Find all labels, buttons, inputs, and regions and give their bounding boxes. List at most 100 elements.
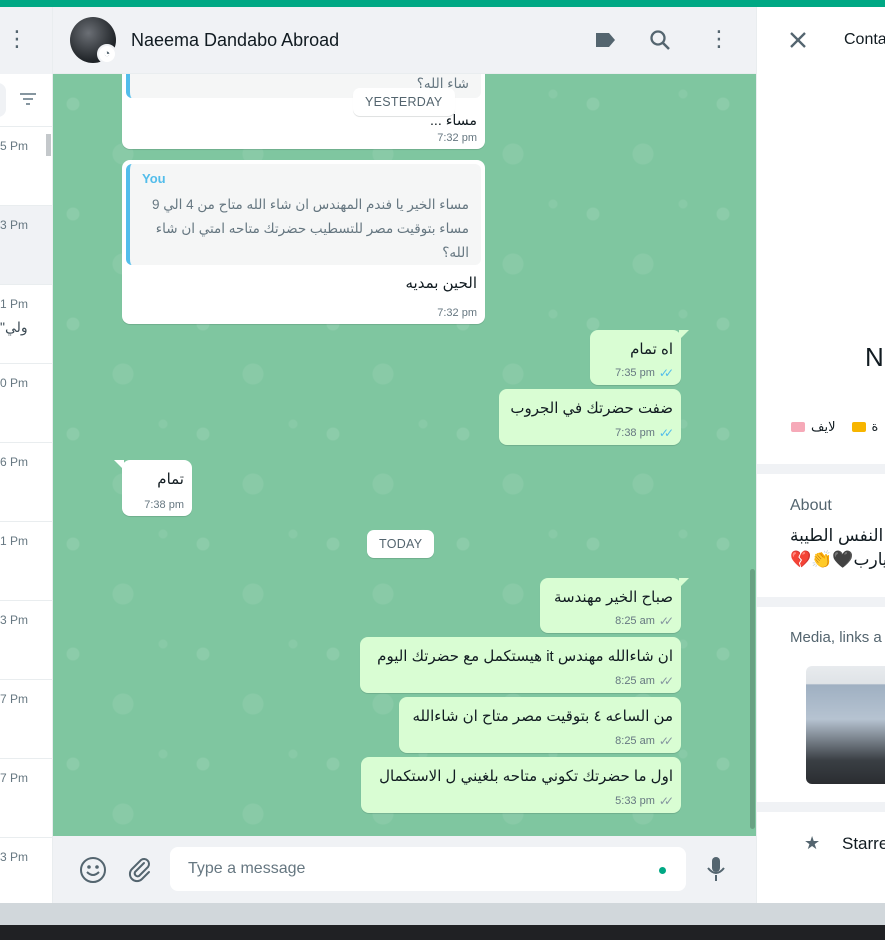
window-bottom-strip xyxy=(0,903,885,925)
chat-list-item[interactable]: 6 Pm xyxy=(0,443,52,522)
media-thumbnail[interactable] xyxy=(806,666,885,784)
message-outgoing[interactable]: ضفت حضرتك في الجروب 7:38 pm ✓✓ xyxy=(499,389,681,445)
message-time: 8:25 am xyxy=(615,615,655,627)
message-incoming[interactable]: تمام 7:38 pm xyxy=(122,460,192,516)
message-text: تمام xyxy=(157,471,184,488)
label-icon[interactable] xyxy=(594,31,616,49)
label-name[interactable]: لايف xyxy=(811,419,836,435)
chat-time: 3 Pm xyxy=(0,613,29,627)
quote-author: You xyxy=(142,171,166,186)
contact-labels: لايف ة xyxy=(791,419,878,435)
about-heading: About xyxy=(790,497,832,514)
label-name[interactable]: ة xyxy=(872,419,879,435)
message-meta: 5:33 pm ✓✓ xyxy=(615,794,674,808)
chat-time: 7 Pm xyxy=(0,692,29,706)
label-color-icon xyxy=(851,422,866,432)
status-ring-icon: ◔ xyxy=(97,44,117,64)
composer xyxy=(53,836,756,903)
message-incoming-reply[interactable]: You مساء الخير يا فندم المهندس ان شاء ال… xyxy=(122,160,485,324)
attach-icon[interactable] xyxy=(127,857,153,883)
chat-list-item-active[interactable]: 3 Pm xyxy=(0,206,52,285)
message-outgoing[interactable]: اول ما حضرتك تكوني متاحه بلغيني ل الاستك… xyxy=(361,757,681,813)
message-time: 7:35 pm xyxy=(615,367,655,379)
chat-list-panel: ⋮ 5 Pm 3 Pm 1 Pm "ولي 0 Pm 6 Pm 1 Pm 3 Pm… xyxy=(0,7,53,903)
chat-time: 1 Pm xyxy=(0,534,29,548)
message-time: 7:32 pm xyxy=(437,307,477,319)
chat-time: 7 Pm xyxy=(0,771,29,785)
delivered-receipt-icon: ✓✓ xyxy=(658,614,674,628)
message-text: ضفت حضرتك في الجروب xyxy=(510,400,673,417)
message-list[interactable]: شاء الله؟ مساء ... 7:32 pm YESTERDAY You… xyxy=(53,74,756,836)
delivered-receipt-icon: ✓✓ xyxy=(658,734,674,748)
contact-info-header: Conta xyxy=(757,7,885,74)
contact-info-title: Conta xyxy=(844,31,885,48)
close-icon[interactable] xyxy=(789,31,807,49)
menu-icon[interactable]: ⋮ xyxy=(6,27,28,51)
chat-list-item[interactable]: 7 Pm xyxy=(0,759,52,838)
search-input[interactable] xyxy=(0,83,6,117)
chat-time: 0 Pm xyxy=(0,376,29,390)
chat-time: 3 Pm xyxy=(0,218,29,232)
message-text: ان شاءالله مهندس it هيستكمل مع حضرتك الي… xyxy=(377,648,673,665)
chat-time: 1 Pm xyxy=(0,297,29,311)
chat-time: 3 Pm xyxy=(0,850,29,864)
search-icon[interactable] xyxy=(649,29,671,51)
chat-snippet: "ولي xyxy=(0,319,28,335)
about-section: About النفس الطيبة 💔👏🖤يارب xyxy=(757,474,885,597)
read-receipt-icon: ✓✓ xyxy=(658,426,674,440)
message-meta: 7:38 pm ✓✓ xyxy=(615,426,674,440)
chat-list-item[interactable]: 5 Pm xyxy=(0,127,52,206)
message-scrollbar[interactable] xyxy=(750,569,755,829)
microphone-icon[interactable] xyxy=(706,855,726,883)
chat-list-item[interactable]: 0 Pm xyxy=(0,364,52,443)
chat-time: 5 Pm xyxy=(0,139,29,153)
quoted-message[interactable]: You مساء الخير يا فندم المهندس ان شاء ال… xyxy=(126,164,481,265)
read-receipt-icon: ✓✓ xyxy=(658,366,674,380)
chat-list-header: ⋮ xyxy=(0,7,52,74)
message-text: صباح الخير مهندسة xyxy=(553,589,673,606)
contact-info-panel: Conta N لايف ة About النفس الطيبة 💔👏🖤يار… xyxy=(756,7,885,903)
message-time: 8:25 am xyxy=(615,735,655,747)
message-outgoing[interactable]: اه تمام 7:35 pm ✓✓ xyxy=(590,330,681,385)
date-chip-today: TODAY xyxy=(367,530,435,558)
message-outgoing[interactable]: صباح الخير مهندسة 8:25 am ✓✓ xyxy=(540,578,681,633)
chat-list-item[interactable]: 1 Pm "ولي xyxy=(0,285,52,364)
message-outgoing[interactable]: من الساعه ٤ بتوقيت مصر متاح ان شاءالله 8… xyxy=(399,697,681,753)
label-color-icon xyxy=(791,422,805,432)
message-meta: 8:25 am ✓✓ xyxy=(615,734,674,748)
message-meta: 7:35 pm ✓✓ xyxy=(615,366,674,380)
message-meta: 8:25 am ✓✓ xyxy=(615,614,674,628)
chat-list-scrollbar[interactable] xyxy=(46,134,51,156)
chat-time: 6 Pm xyxy=(0,455,29,469)
message-time: 7:38 pm xyxy=(615,427,655,439)
quote-text: مساء الخير يا فندم المهندس ان شاء الله م… xyxy=(151,197,469,260)
chat-list-item[interactable]: 7 Pm xyxy=(0,680,52,759)
conversation-panel: ◔ Naeema Dandabo Abroad ⋮ شاء الله؟ مساء… xyxy=(53,7,756,903)
message-input[interactable] xyxy=(170,847,686,891)
message-time: 7:38 pm xyxy=(144,499,184,511)
media-section: Media, links a xyxy=(757,607,885,802)
delivered-receipt-icon: ✓✓ xyxy=(658,674,674,688)
conversation-header: ◔ Naeema Dandabo Abroad ⋮ xyxy=(53,7,756,74)
message-time: 5:33 pm xyxy=(615,795,655,807)
contact-name[interactable]: Naeema Dandabo Abroad xyxy=(131,30,339,51)
chat-list-item[interactable]: 3 Pm xyxy=(0,601,52,680)
message-text: من الساعه ٤ بتوقيت مصر متاح ان شاءالله xyxy=(412,708,673,725)
message-text: اول ما حضرتك تكوني متاحه بلغيني ل الاستك… xyxy=(379,768,673,785)
message-outgoing[interactable]: ان شاءالله مهندس it هيستكمل مع حضرتك الي… xyxy=(360,637,681,693)
filter-icon[interactable] xyxy=(19,90,37,108)
chat-list-item[interactable]: 1 Pm xyxy=(0,522,52,601)
chat-list-item[interactable]: 3 Pm xyxy=(0,838,52,903)
chat-list-search xyxy=(0,74,52,127)
message-meta: 8:25 am ✓✓ xyxy=(615,674,674,688)
contact-profile-section: N لايف ة xyxy=(757,74,885,464)
media-heading[interactable]: Media, links a xyxy=(790,629,882,646)
taskbar xyxy=(0,925,885,940)
about-text-emoji: 💔👏🖤يارب xyxy=(790,550,885,569)
emoji-icon[interactable] xyxy=(79,856,107,884)
top-accent-bar xyxy=(0,0,885,7)
more-options-icon[interactable]: ⋮ xyxy=(708,27,730,51)
about-text: النفس الطيبة xyxy=(790,526,884,545)
message-time: 7:32 pm xyxy=(437,132,477,144)
starred-section[interactable]: ★ Starre xyxy=(757,812,885,903)
